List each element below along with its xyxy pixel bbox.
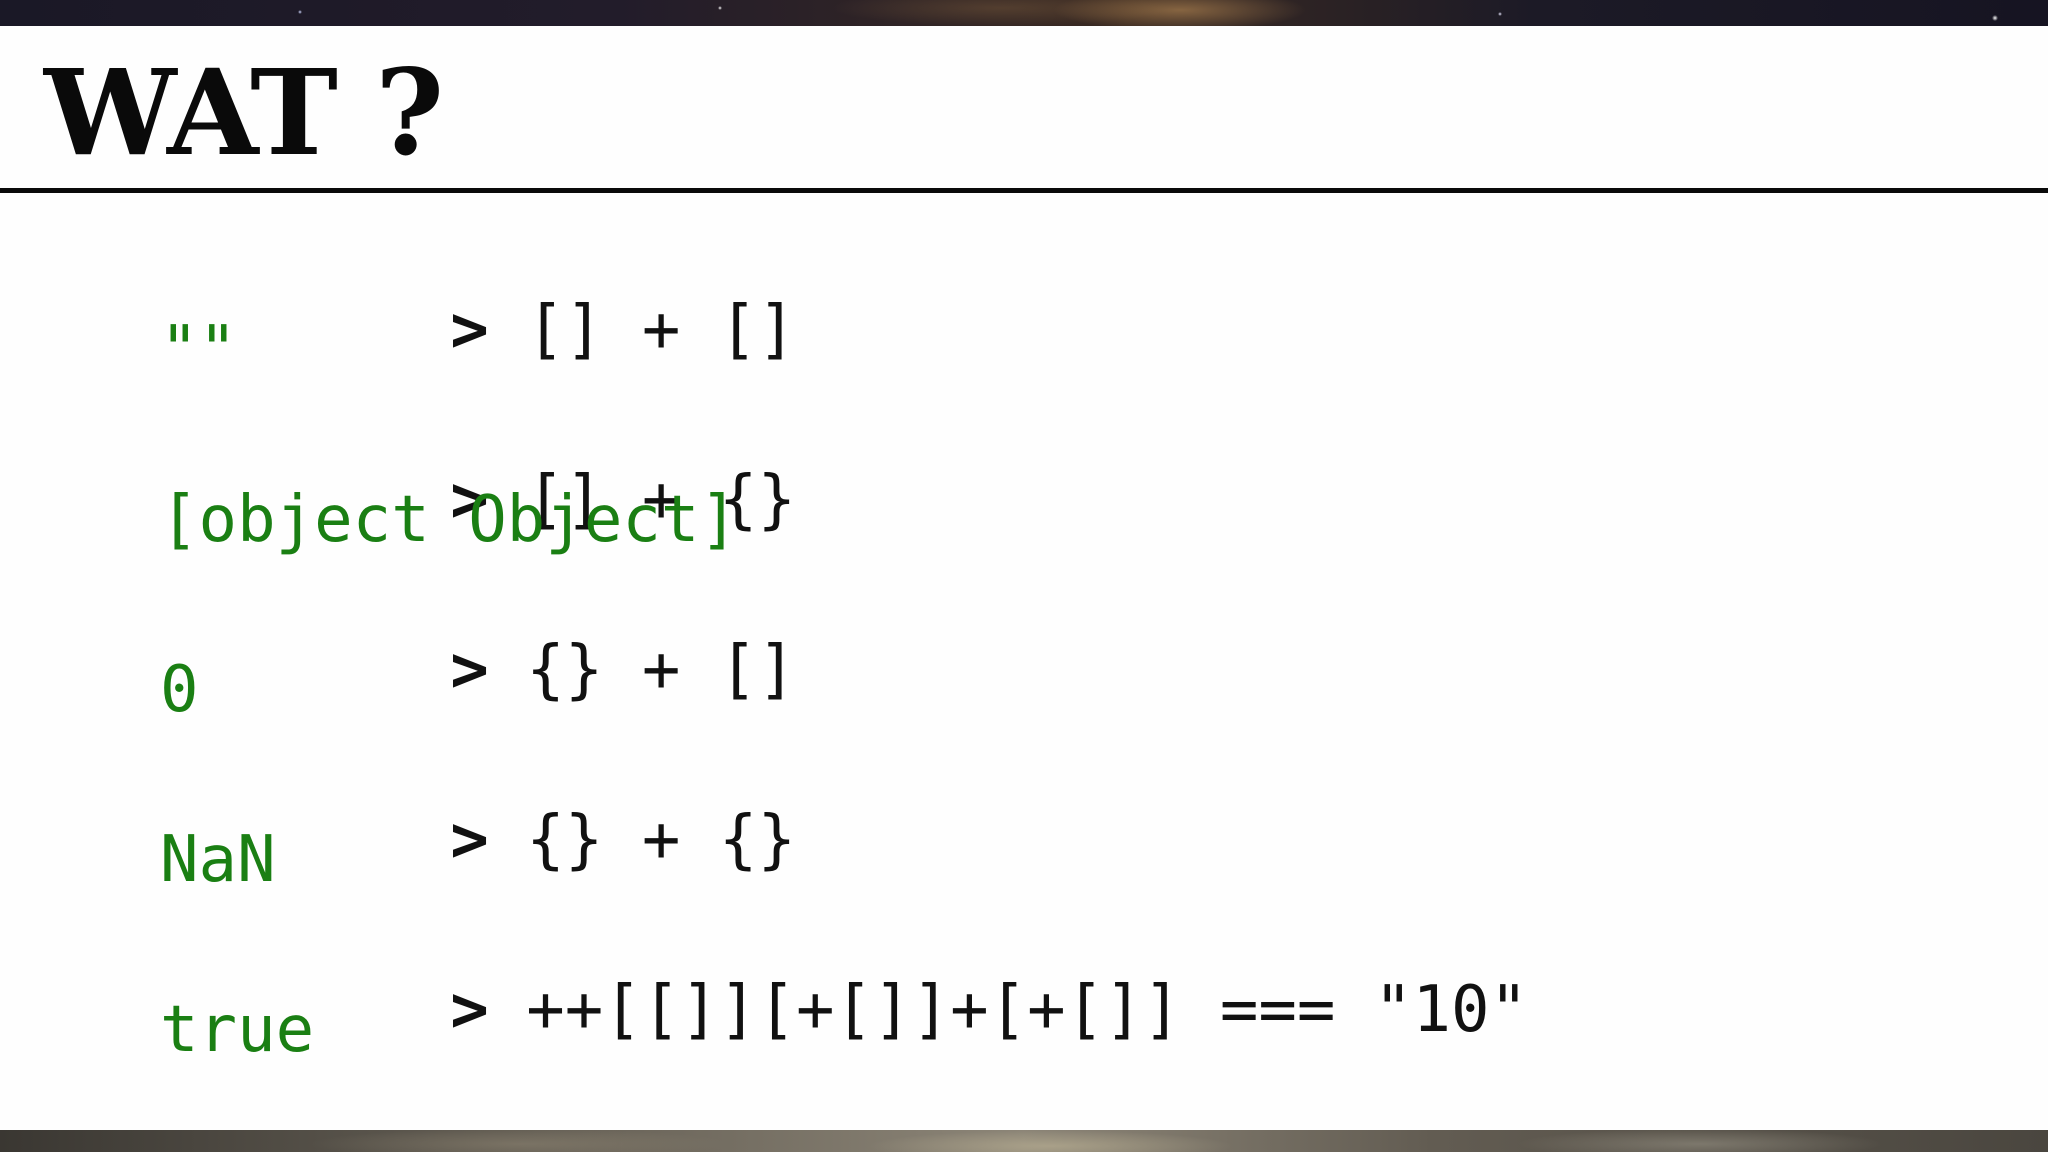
command-text: ++[[]][+[]]+[+[]] === "10" <box>526 973 1529 1047</box>
prompt-chevron-icon: > <box>450 293 489 367</box>
console-result: "" <box>160 313 238 387</box>
console-result: true <box>160 993 315 1067</box>
console-command-line: > [] + [] <box>142 234 796 426</box>
command-text: {} + [] <box>526 633 796 707</box>
console-transcript: >[] + [] "" >[] + {} [object Object] >{}… <box>142 26 1942 1130</box>
console-result: NaN <box>160 823 276 897</box>
prompt-chevron-icon: > <box>450 973 489 1047</box>
starfield-background-top <box>0 0 2048 26</box>
prompt-chevron-icon: > <box>450 803 489 877</box>
console-command-line: > {} + [] <box>142 574 796 766</box>
slide: WAT ? >[] + [] "" >[] + {} [object Objec… <box>0 26 2048 1130</box>
command-text: {} + {} <box>526 803 796 877</box>
console-result: 0 <box>160 653 199 727</box>
landscape-background-bottom <box>0 1130 2048 1152</box>
console-result: [object Object] <box>160 483 738 557</box>
prompt-chevron-icon: > <box>450 633 489 707</box>
presentation-stage: WAT ? >[] + [] "" >[] + {} [object Objec… <box>0 0 2048 1152</box>
console-command-line: > ++[[]][+[]]+[+[]] === "10" <box>142 914 1528 1106</box>
command-text: [] + [] <box>526 293 796 367</box>
